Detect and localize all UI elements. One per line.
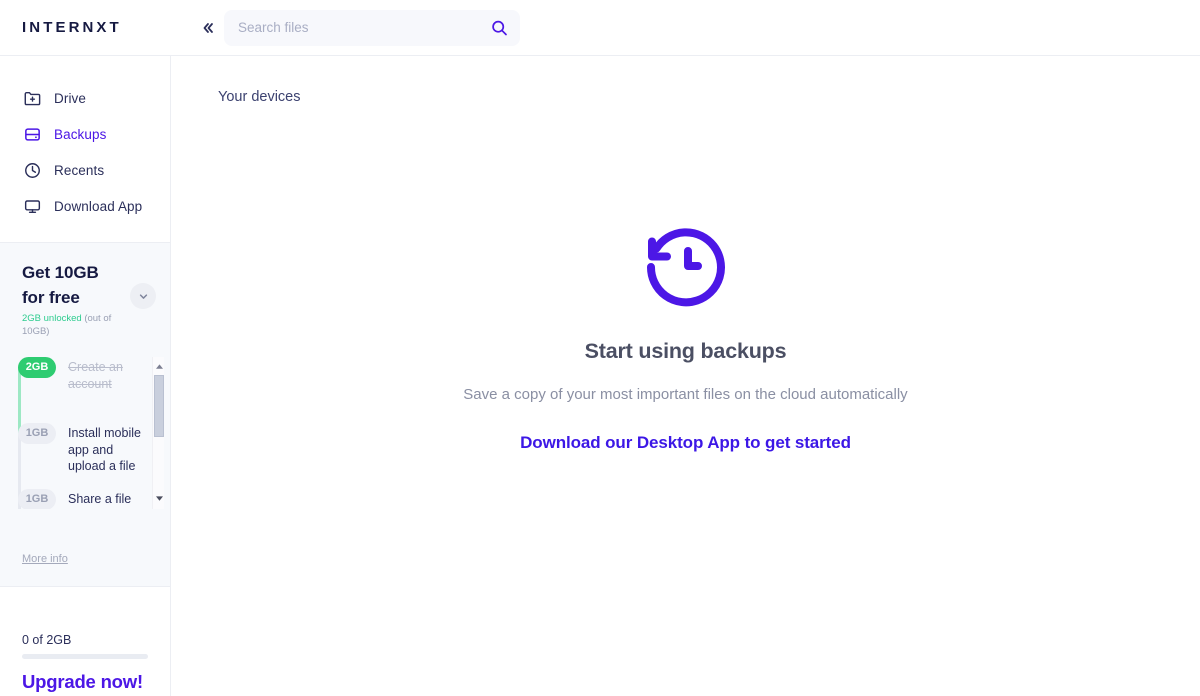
folder-plus-icon <box>22 88 42 108</box>
promo-header-texts: Get 10GB for free 2GB unlocked (out of 1… <box>22 261 130 339</box>
promo-header: Get 10GB for free 2GB unlocked (out of 1… <box>0 261 170 339</box>
storage-summary: 0 of 2GB Upgrade now! <box>0 587 170 696</box>
sidebar-item-label: Drive <box>54 90 87 106</box>
page-title: Your devices <box>218 89 301 105</box>
step-reward-badge: 1GB <box>18 488 56 509</box>
promo-steps-scrollbar[interactable] <box>152 356 165 509</box>
list-item[interactable]: 1GB Share a file via link <box>18 488 144 509</box>
sidebar-item-label: Download App <box>54 198 143 214</box>
scroll-down-arrow-icon[interactable] <box>153 493 165 505</box>
clock-counterclockwise-icon <box>643 221 729 307</box>
search-input[interactable] <box>224 9 520 46</box>
free-storage-promo: Get 10GB for free 2GB unlocked (out of 1… <box>0 242 170 587</box>
scrollbar-thumb[interactable] <box>154 374 164 437</box>
monitor-icon <box>22 196 42 216</box>
hard-drive-icon <box>22 124 42 144</box>
promo-steps-list: 2GB Create an account 1GB Install mobile… <box>0 356 170 509</box>
step-reward-badge: 2GB <box>18 356 56 378</box>
scroll-up-arrow-icon[interactable] <box>153 361 165 373</box>
step-label: Share a file via link <box>68 491 132 509</box>
backups-empty-state: Start using backups Save a copy of your … <box>171 221 1200 453</box>
step-label: Create an account <box>68 359 123 391</box>
sidebar-item-backups[interactable]: Backups <box>0 116 170 152</box>
storage-progress-bar <box>22 654 148 659</box>
promo-steps-scroll-area: 2GB Create an account 1GB Install mobile… <box>0 356 170 509</box>
list-item[interactable]: 2GB Create an account <box>18 356 144 423</box>
storage-usage-label: 0 of 2GB <box>22 633 72 647</box>
header-search-area <box>200 9 520 46</box>
search-box[interactable] <box>224 9 520 46</box>
promo-subtitle: 2GB unlocked (out of 10GB) <box>22 313 124 339</box>
download-desktop-app-link[interactable]: Download our Desktop App to get started <box>520 433 851 453</box>
clock-icon <box>22 160 42 180</box>
app-logo: INTERNXT <box>22 19 122 36</box>
promo-title-line2: for free <box>22 287 80 307</box>
main-content: Your devices Start using backups Save a … <box>171 56 1200 696</box>
promo-title-line1: Get 10GB <box>22 263 99 282</box>
step-reward-badge: 1GB <box>18 422 56 444</box>
more-info-link[interactable]: More info <box>22 553 68 565</box>
step-connector-line-completed <box>18 366 21 433</box>
empty-state-description: Save a copy of your most important files… <box>463 386 908 403</box>
sidebar-item-download-app[interactable]: Download App <box>0 188 170 224</box>
upgrade-now-button[interactable]: Upgrade now! <box>22 671 148 693</box>
sidebar-item-label: Backups <box>54 126 107 142</box>
sidebar-item-recents[interactable]: Recents <box>0 152 170 188</box>
search-icon[interactable] <box>491 19 508 36</box>
top-header: INTERNXT <box>0 0 1200 56</box>
list-item[interactable]: 1GB Install mobile app and upload a file <box>18 422 144 489</box>
step-label: Install mobile app and upload a file <box>68 425 141 474</box>
sidebar-item-label: Recents <box>54 162 105 178</box>
sidebar: Drive Backups Recents Download App Get 1… <box>0 56 171 696</box>
empty-state-heading: Start using backups <box>584 339 787 363</box>
chevrons-left-icon[interactable] <box>200 19 216 37</box>
promo-unlocked-amount: 2GB unlocked <box>22 313 82 325</box>
sidebar-item-drive[interactable]: Drive <box>0 80 170 116</box>
sidebar-nav: Drive Backups Recents Download App <box>0 56 170 242</box>
promo-title: Get 10GB for free <box>22 261 118 310</box>
chevron-down-icon[interactable] <box>130 283 156 309</box>
internxt-drive-app: INTERNXT Search files Drive Backups Rece… <box>0 0 1200 696</box>
